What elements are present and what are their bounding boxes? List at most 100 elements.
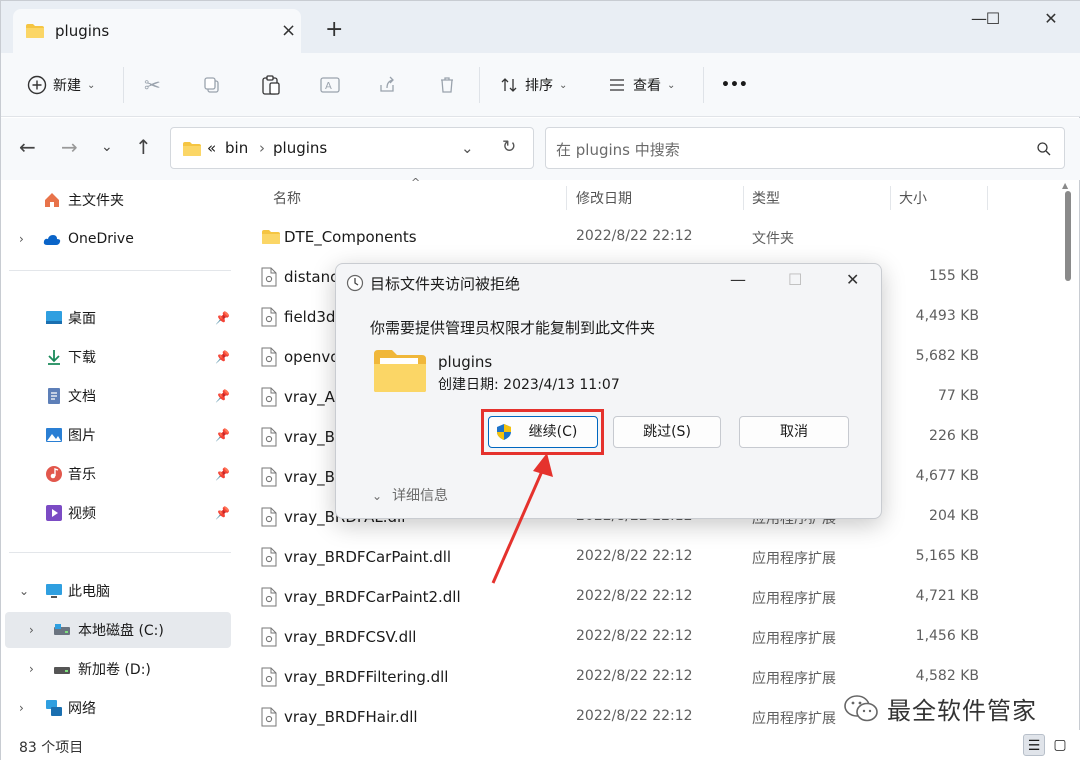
dialog-close-button[interactable]: ✕ <box>846 270 859 289</box>
new-tab-button[interactable]: + <box>325 19 343 41</box>
back-arrow-icon[interactable]: ← <box>19 136 36 158</box>
column-header-size[interactable]: 大小 <box>899 188 927 220</box>
dll-file-icon <box>261 547 277 567</box>
sort-button[interactable]: 排序 ⌄ <box>499 69 567 101</box>
file-date: 2022/8/22 22:12 <box>576 708 693 724</box>
divider <box>123 67 124 103</box>
pin-icon[interactable]: 📌 <box>215 506 230 520</box>
pin-icon[interactable]: 📌 <box>215 389 230 403</box>
new-button[interactable]: 新建 ⌄ <box>27 69 95 101</box>
dll-file-icon <box>261 267 277 287</box>
dialog-minimize-button[interactable]: — <box>730 270 746 289</box>
breadcrumb-overflow[interactable]: « <box>207 139 216 157</box>
dll-file-icon <box>261 427 277 447</box>
divider <box>703 67 704 103</box>
pin-icon[interactable]: 📌 <box>215 467 230 481</box>
view-button[interactable]: 查看 ⌄ <box>607 69 675 101</box>
paste-icon[interactable] <box>260 69 282 101</box>
rename-icon[interactable]: A <box>319 69 341 101</box>
recent-locations-chevron-icon[interactable]: ⌄ <box>101 136 113 158</box>
more-options-button[interactable]: ••• <box>721 69 748 101</box>
breadcrumb-bin[interactable]: bin <box>225 139 248 157</box>
file-size: 226 KB <box>929 428 979 444</box>
forward-arrow-icon[interactable]: → <box>61 136 78 158</box>
breadcrumb-plugins[interactable]: plugins <box>273 139 327 157</box>
search-input[interactable]: 在 plugins 中搜索 <box>545 127 1065 169</box>
file-size: 204 KB <box>929 508 979 524</box>
sidebar-item-documents[interactable]: 文档 📌 <box>5 378 231 414</box>
pin-icon[interactable]: 📌 <box>215 311 230 325</box>
more-details-toggle[interactable]: ⌄ 详细信息 <box>372 485 448 505</box>
sort-ascending-icon: ^ <box>411 176 421 189</box>
chevron-right-icon[interactable]: › <box>19 701 24 715</box>
column-header-date[interactable]: 修改日期 <box>576 188 632 220</box>
sidebar-item-desktop[interactable]: 桌面 📌 <box>5 300 231 336</box>
share-icon[interactable] <box>377 69 397 101</box>
maximize-button[interactable]: ☐ <box>973 9 1013 33</box>
file-date: 2022/8/22 22:12 <box>576 228 693 244</box>
large-folder-icon <box>374 350 426 392</box>
dll-file-icon <box>261 587 277 607</box>
chevron-right-icon[interactable]: › <box>29 623 34 637</box>
view-icon <box>610 79 624 91</box>
sidebar-item-downloads[interactable]: 下载 📌 <box>5 339 231 375</box>
scrollbar-thumb[interactable] <box>1065 191 1071 281</box>
close-window-button[interactable]: ✕ <box>1031 9 1071 33</box>
details-label: 详细信息 <box>392 488 449 504</box>
chevron-down-icon[interactable]: ⌄ <box>19 584 29 598</box>
address-history-chevron-icon[interactable]: ⌄ <box>461 139 474 157</box>
wechat-icon <box>844 694 878 721</box>
sidebar-item-videos[interactable]: 视频 📌 <box>5 495 231 531</box>
breadcrumb-separator-icon: › <box>259 139 265 157</box>
pin-icon[interactable]: 📌 <box>215 350 230 364</box>
copy-icon[interactable] <box>202 69 222 101</box>
sidebar-item-onedrive[interactable]: › OneDrive <box>5 221 231 257</box>
sidebar-item-this-pc[interactable]: ⌄ 此电脑 <box>5 573 231 609</box>
clock-icon <box>346 274 364 292</box>
file-name: field3dl <box>284 308 340 326</box>
up-arrow-icon[interactable]: ↑ <box>135 136 152 158</box>
file-row[interactable]: vray_BRDFCarPaint2.dll 2022/8/22 22:12 应用程… <box>235 578 1055 618</box>
address-bar[interactable]: « bin › plugins ⌄ ↻ <box>170 127 534 169</box>
svg-text:A: A <box>325 81 332 92</box>
cancel-button[interactable]: 取消 <box>739 416 849 448</box>
file-row[interactable]: vray_BRDFCSV.dll 2022/8/22 22:12 应用程序扩展 1,4… <box>235 618 1055 658</box>
pin-icon[interactable]: 📌 <box>215 428 230 442</box>
sidebar-item-drive-c[interactable]: › 本地磁盘 (C:) <box>5 612 231 648</box>
column-header-name[interactable]: 名称 <box>273 188 301 220</box>
drive-icon <box>54 667 70 674</box>
sidebar-item-drive-d[interactable]: › 新加卷 (D:) <box>5 651 231 687</box>
file-date: 2022/8/22 22:12 <box>576 668 693 684</box>
sidebar-item-pictures[interactable]: 图片 📌 <box>5 417 231 453</box>
dll-file-icon <box>261 707 277 727</box>
delete-icon[interactable] <box>437 69 457 101</box>
file-explorer-window: plugins × + — ☐ ✕ 新建 ⌄ ✂ A 排序 ⌄ 查看 ⌄ •••… <box>0 0 1080 760</box>
file-row[interactable]: DTE_Components 2022/8/22 22:12 文件夹 <box>235 218 1055 258</box>
column-divider <box>890 186 891 210</box>
sidebar-item-home[interactable]: 主文件夹 <box>5 182 231 218</box>
chevron-right-icon[interactable]: › <box>29 662 34 676</box>
tiles-view-icon[interactable]: ▢ <box>1049 734 1071 756</box>
dialog-maximize-button[interactable]: ☐ <box>788 270 802 289</box>
column-divider <box>743 186 744 210</box>
file-size: 77 KB <box>937 388 979 404</box>
dll-file-icon <box>261 347 277 367</box>
column-header-type[interactable]: 类型 <box>752 188 780 220</box>
sidebar-item-label: 下载 <box>68 350 96 366</box>
pictures-icon <box>46 428 62 442</box>
file-row[interactable]: vray_BRDFCarPaint.dll 2022/8/22 22:12 应用程序… <box>235 538 1055 578</box>
skip-button[interactable]: 跳过(S) <box>613 416 721 448</box>
scroll-up-arrow-icon[interactable]: ▲ <box>1062 181 1068 190</box>
sidebar-item-music[interactable]: 音乐 📌 <box>5 456 231 492</box>
file-type: 应用程序扩展 <box>752 671 836 687</box>
sidebar-item-network[interactable]: › 网络 <box>5 690 231 726</box>
details-view-icon[interactable]: ☰ <box>1023 734 1045 756</box>
refresh-icon[interactable]: ↻ <box>502 137 516 157</box>
file-size: 4,721 KB <box>915 588 979 604</box>
cut-icon[interactable]: ✂ <box>144 69 161 101</box>
chevron-right-icon[interactable]: › <box>19 232 24 246</box>
tab-plugins[interactable]: plugins × <box>13 9 301 53</box>
item-count: 83 个项目 <box>19 740 84 756</box>
tab-close-icon[interactable]: × <box>281 20 296 41</box>
file-size: 4,493 KB <box>915 308 979 324</box>
